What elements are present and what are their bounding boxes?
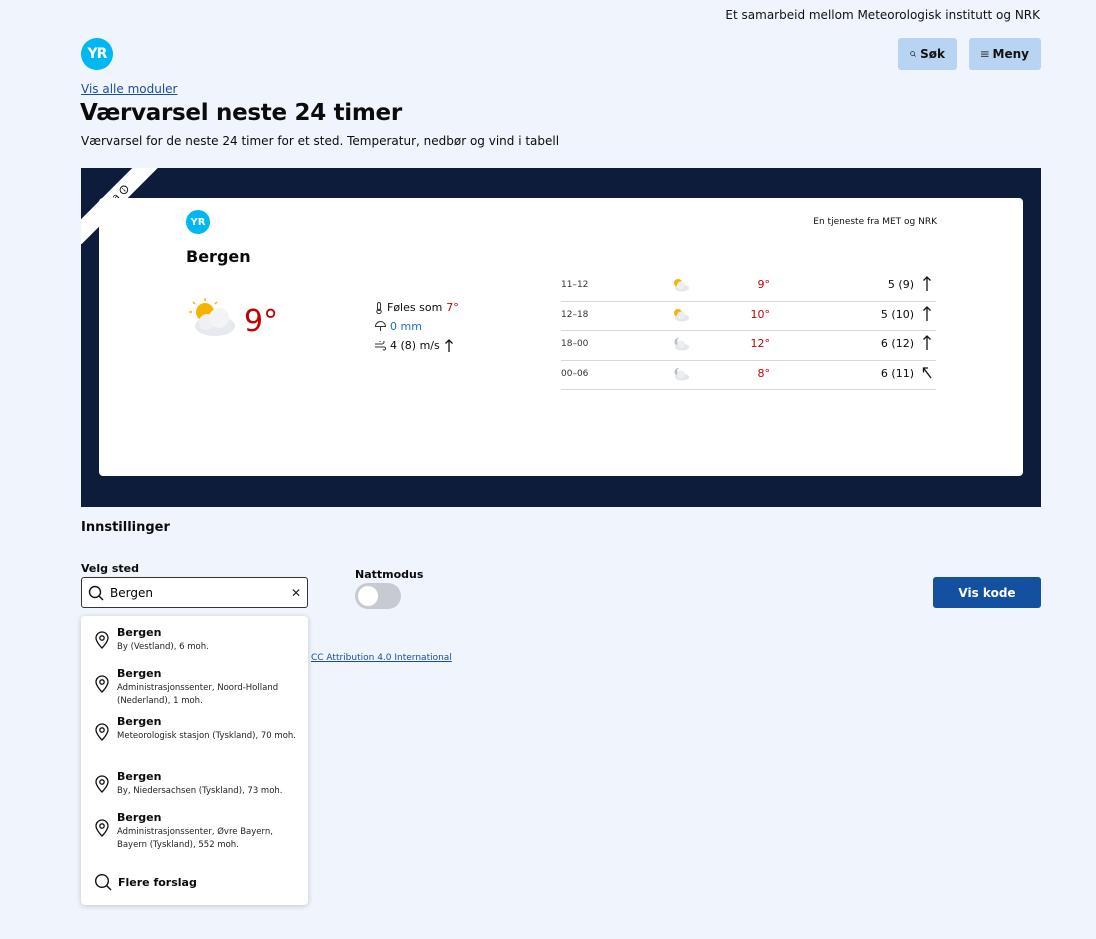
more-suggestions-label: Flere forslag bbox=[118, 875, 197, 889]
page-title: Værvarsel neste 24 timer bbox=[80, 100, 402, 126]
wind-icon bbox=[375, 340, 386, 350]
forecast-row: 00–06 8° 6 (11) bbox=[561, 361, 936, 390]
search-button[interactable]: Søk bbox=[898, 38, 957, 70]
umbrella-icon bbox=[375, 321, 386, 331]
night-mode-toggle[interactable] bbox=[355, 583, 401, 609]
toggle-knob bbox=[358, 586, 378, 606]
feels-like-label: Føles som bbox=[387, 301, 443, 314]
wind-direction-north-icon bbox=[922, 305, 932, 322]
service-text: En tjeneste fra MET og NRK bbox=[813, 217, 937, 227]
current-temperature: 9° bbox=[244, 304, 279, 339]
suggestion-description: Administrasjonssenter, Øvre Bayern, Baye… bbox=[117, 827, 273, 850]
partly-cloudy-day-icon bbox=[189, 298, 235, 336]
forecast-table: 11–12 9° 5 (9) 12–18 10° 5 (10) 18–00 12° 6 (12)… bbox=[561, 272, 936, 390]
location-pin-icon bbox=[94, 775, 110, 793]
suggestion-description: By, Niedersachsen (Tyskland), 73 moh. bbox=[117, 786, 283, 796]
suggestion-name: Bergen bbox=[117, 811, 162, 824]
forecast-temperature: 10° bbox=[750, 307, 771, 321]
thermometer-icon bbox=[376, 301, 382, 314]
wind-row: 4 (8) m/s bbox=[375, 336, 459, 355]
forecast-temperature: 12° bbox=[750, 337, 771, 350]
forecast-card: YR En tjeneste fra MET og NRK Bergen 9° … bbox=[99, 198, 1023, 476]
partly-cloudy-night-icon bbox=[671, 337, 689, 351]
suggestion-name: Bergen bbox=[117, 715, 162, 728]
forecast-wind: 5 (9) bbox=[887, 278, 914, 291]
license-link[interactable]: CC Attribution 4.0 International bbox=[311, 653, 452, 663]
partly-cloudy-day-icon bbox=[671, 278, 689, 292]
feels-like-value: 7° bbox=[446, 301, 459, 314]
forecast-temperature: 9° bbox=[757, 278, 771, 291]
place-name: Bergen bbox=[186, 247, 251, 266]
place-label: Velg sted bbox=[81, 562, 139, 575]
suggestion-item[interactable]: Bergen Administrasjonssenter, Øvre Bayern… bbox=[81, 811, 308, 851]
precip-row: 0 mm bbox=[375, 317, 459, 336]
suggestion-item[interactable]: Bergen Administrasjonssenter, Noord-Holla… bbox=[81, 667, 308, 707]
location-pin-icon bbox=[94, 723, 110, 741]
location-pin-icon bbox=[94, 819, 110, 837]
wind-value: 4 (8) m/s bbox=[390, 339, 440, 352]
precip-value: 0 mm bbox=[390, 320, 422, 333]
suggestion-item[interactable]: Bergen By (Vestland), 6 moh. bbox=[81, 626, 308, 666]
wind-direction-north-icon bbox=[922, 276, 932, 292]
forecast-time: 12–18 bbox=[561, 309, 589, 320]
card-logo-text: YR bbox=[190, 216, 206, 228]
wind-direction-north-west-icon bbox=[922, 365, 932, 381]
menu-button-label: Meny bbox=[992, 47, 1029, 61]
clear-icon[interactable]: ✕ bbox=[291, 586, 301, 600]
location-pin-icon bbox=[94, 631, 110, 649]
partly-cloudy-day-icon bbox=[671, 308, 689, 322]
suggestion-item[interactable]: Bergen By, Niedersachsen (Tyskland), 73 m… bbox=[81, 770, 308, 810]
show-code-button[interactable]: Vis kode bbox=[933, 577, 1041, 608]
forecast-wind: 5 (10) bbox=[880, 307, 914, 321]
night-mode-label: Nattmodus bbox=[355, 568, 424, 581]
place-search-field[interactable]: ✕ bbox=[81, 577, 308, 608]
card-yr-logo: YR bbox=[186, 210, 210, 234]
arrow-north-icon bbox=[444, 338, 453, 352]
menu-button[interactable]: Meny bbox=[969, 38, 1041, 70]
breadcrumb-link[interactable]: Vis alle moduler bbox=[81, 82, 177, 96]
collab-text: Et samarbeid mellom Meteorologisk instit… bbox=[725, 8, 1040, 22]
hamburger-icon bbox=[981, 51, 989, 57]
current-details: Føles som 7° 0 mm 4 (8) m/s bbox=[375, 298, 459, 355]
forecast-temperature: 8° bbox=[757, 366, 771, 380]
suggestion-description: By (Vestland), 6 moh. bbox=[117, 642, 209, 652]
info-icon[interactable] bbox=[117, 183, 130, 196]
settings-heading: Innstillinger bbox=[81, 520, 170, 535]
yr-logo-text: YR bbox=[87, 46, 108, 62]
suggestion-item[interactable]: Bergen Meteorologisk stasjon (Tyskland), … bbox=[81, 715, 308, 755]
location-pin-icon bbox=[94, 675, 110, 693]
yr-logo[interactable]: YR bbox=[81, 38, 113, 70]
suggestion-description: Administrasjonssenter, Noord-Holland (Ne… bbox=[117, 683, 279, 706]
suggestion-description: Meteorologisk stasjon (Tyskland), 70 moh… bbox=[117, 731, 296, 741]
suggestion-name: Bergen bbox=[117, 770, 162, 783]
search-icon bbox=[910, 51, 916, 57]
forecast-wind: 6 (12) bbox=[880, 337, 914, 350]
suggestion-name: Bergen bbox=[117, 626, 162, 639]
wind-direction-north-icon bbox=[922, 335, 932, 351]
forecast-wind: 6 (11) bbox=[880, 366, 914, 380]
forecast-row: 11–12 9° 5 (9) bbox=[561, 272, 936, 302]
forecast-time: 00–06 bbox=[561, 368, 589, 379]
forecast-row: 12–18 10° 5 (10) bbox=[561, 302, 936, 331]
search-icon bbox=[88, 585, 104, 600]
search-button-label: Søk bbox=[920, 47, 945, 61]
suggestion-dropdown: Flere forslag Bergen By (Vestland), 6 moh… bbox=[81, 616, 308, 905]
forecast-time: 18–00 bbox=[561, 339, 589, 349]
more-suggestions[interactable]: Flere forslag bbox=[94, 873, 197, 891]
partly-cloudy-night-icon bbox=[671, 367, 689, 381]
search-icon bbox=[94, 873, 112, 891]
feels-like-row: Føles som 7° bbox=[375, 298, 459, 317]
widget-preview: Beta YR En tjeneste fra MET og NRK Berge… bbox=[81, 168, 1041, 507]
page-subtitle: Værvarsel for de neste 24 timer for et s… bbox=[81, 134, 560, 148]
suggestion-name: Bergen bbox=[117, 667, 162, 680]
forecast-time: 11–12 bbox=[561, 280, 589, 290]
place-search-input[interactable] bbox=[110, 585, 280, 600]
forecast-row: 18–00 12° 6 (12) bbox=[561, 331, 936, 361]
